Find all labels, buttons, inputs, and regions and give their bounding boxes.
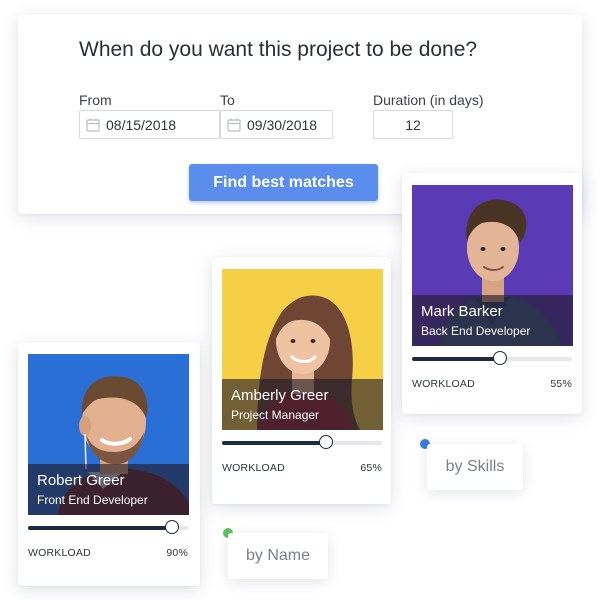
slider-knob[interactable] <box>493 351 507 365</box>
person-card-mark-barker[interactable]: Mark Barker Back End Developer WORKLOAD … <box>402 173 582 414</box>
by-skills-label: by Skills <box>445 458 505 475</box>
person-role: Project Manager <box>231 408 320 422</box>
workload-value: 90% <box>166 547 188 559</box>
calendar-icon <box>227 118 241 132</box>
to-label: To <box>220 92 235 108</box>
workload-row: WORKLOAD 90% <box>28 547 188 559</box>
find-best-matches-button[interactable]: Find best matches <box>189 164 378 201</box>
from-date-value: 08/15/2018 <box>106 116 177 133</box>
workload-value: 65% <box>360 462 382 474</box>
search-question: When do you want this project to be done… <box>79 38 478 61</box>
person-card-amberly-greer[interactable]: Amberly Greer Project Manager WORKLOAD 6… <box>212 257 391 504</box>
by-name-button[interactable]: by Name <box>228 533 328 579</box>
slider-fill <box>222 441 326 445</box>
name-band: Robert Greer Front End Developer <box>28 464 189 515</box>
name-band: Mark Barker Back End Developer <box>412 295 573 346</box>
workload-label: WORKLOAD <box>412 378 475 390</box>
calendar-icon <box>86 118 100 132</box>
person-name: Robert Greer <box>37 472 125 489</box>
workload-row: WORKLOAD 55% <box>412 378 572 390</box>
slider-knob[interactable] <box>165 520 179 534</box>
workload-slider[interactable] <box>28 520 188 536</box>
workload-label: WORKLOAD <box>28 547 91 559</box>
slider-fill <box>28 526 172 530</box>
workload-value: 55% <box>550 378 572 390</box>
profile-photo: Robert Greer Front End Developer <box>28 354 189 515</box>
by-skills-button[interactable]: by Skills <box>427 444 523 490</box>
person-role: Back End Developer <box>421 324 531 338</box>
slider-fill <box>412 357 500 361</box>
workload-row: WORKLOAD 65% <box>222 462 382 474</box>
workload-slider[interactable] <box>222 435 382 451</box>
name-band: Amberly Greer Project Manager <box>222 379 383 430</box>
person-name: Mark Barker <box>421 303 503 320</box>
by-name-label: by Name <box>245 547 311 564</box>
profile-photo: Amberly Greer Project Manager <box>222 269 383 430</box>
duration-field[interactable]: 12 <box>373 110 453 139</box>
person-name: Amberly Greer <box>231 387 329 404</box>
to-date-value: 09/30/2018 <box>247 116 318 133</box>
person-role: Front End Developer <box>37 493 148 507</box>
to-date-field[interactable]: 09/30/2018 <box>220 110 333 139</box>
duration-value: 12 <box>405 116 421 133</box>
workload-slider[interactable] <box>412 351 572 367</box>
person-card-robert-greer[interactable]: Robert Greer Front End Developer WORKLOA… <box>18 342 200 586</box>
profile-photo: Mark Barker Back End Developer <box>412 185 573 346</box>
from-label: From <box>79 92 112 108</box>
duration-label: Duration (in days) <box>373 92 484 108</box>
from-date-field[interactable]: 08/15/2018 <box>79 110 220 139</box>
workload-label: WORKLOAD <box>222 462 285 474</box>
slider-knob[interactable] <box>319 435 333 449</box>
